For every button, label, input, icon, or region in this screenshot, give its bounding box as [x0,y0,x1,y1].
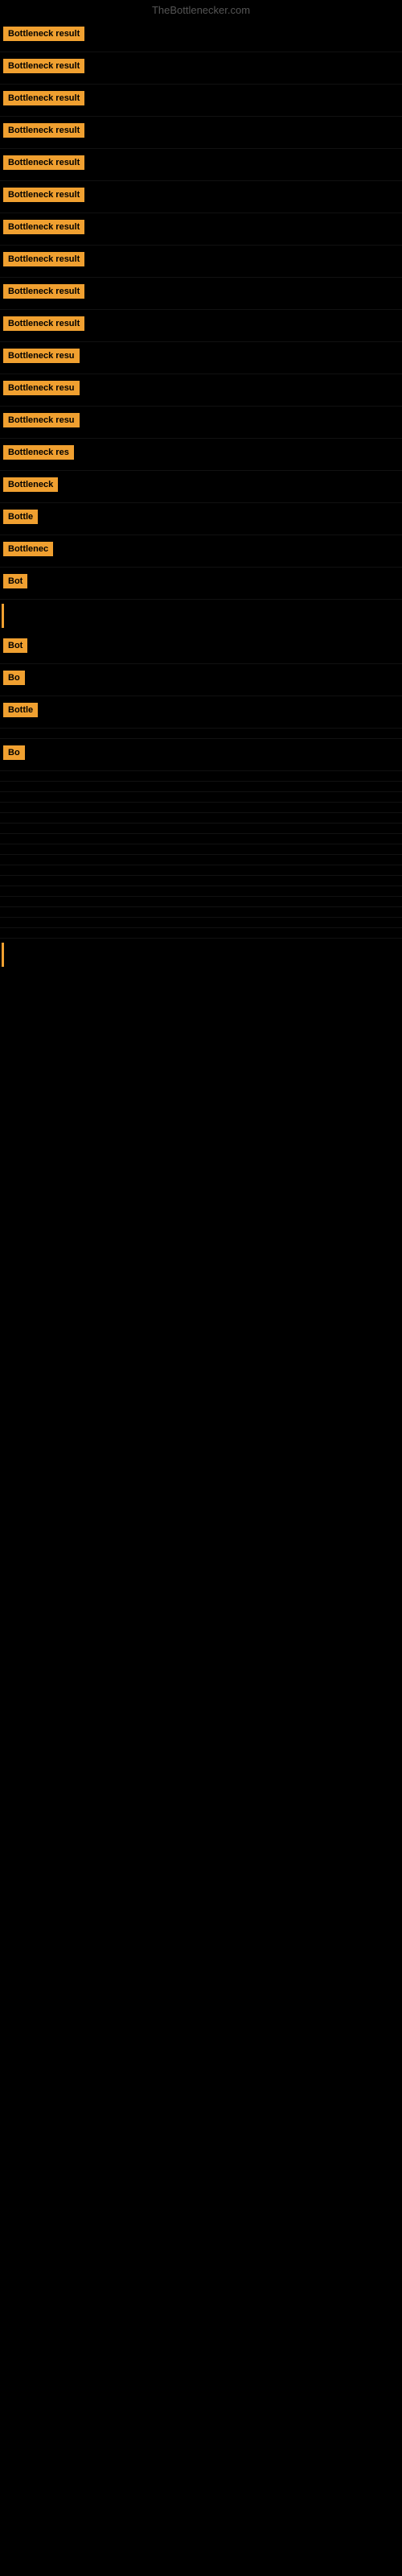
result-row [0,928,402,939]
bottleneck-badge: Bottleneck result [3,316,84,331]
bottleneck-badge: Bottleneck result [3,188,84,202]
result-row: Bottleneck result [0,20,402,52]
bottleneck-badge: Bottle [3,703,38,717]
bottleneck-badge: Bot [3,638,27,653]
result-row [0,865,402,876]
bottleneck-badge: Bottleneck resu [3,381,80,395]
result-row: Bottleneck result [0,149,402,181]
result-row [0,803,402,813]
result-row [0,729,402,739]
result-row [0,907,402,918]
result-row: Bottle [0,696,402,729]
result-row: Bottleneck result [0,52,402,85]
bottleneck-badge: Bottleneck result [3,27,84,41]
result-row: Bottleneck resu [0,407,402,439]
result-row [0,918,402,928]
result-row [0,886,402,897]
result-row [0,824,402,834]
bottleneck-badge: Bottleneck resu [3,413,80,427]
bottleneck-badge: Bot [3,574,27,588]
result-row: Bottlenec [0,535,402,568]
bottleneck-badge: Bo [3,745,25,760]
result-row: Bottleneck result [0,213,402,246]
bottleneck-badge: Bottleneck result [3,284,84,299]
result-row: Bottleneck resu [0,374,402,407]
result-row [0,834,402,844]
results-container: Bottleneck result Bottleneck result Bottle… [0,20,402,967]
result-row: Bottleneck result [0,117,402,149]
bottleneck-badge: Bottlenec [3,542,53,556]
result-row: Bottleneck result [0,278,402,310]
bottleneck-badge: Bottleneck result [3,252,84,266]
result-row [0,782,402,792]
result-row [0,897,402,907]
bottleneck-badge: Bottleneck resu [3,349,80,363]
result-row: Bo [0,664,402,696]
result-row [0,855,402,865]
result-row: Bottleneck [0,471,402,503]
result-row: Bot [0,568,402,600]
result-row: Bottleneck result [0,85,402,117]
bottleneck-badge: Bottleneck result [3,59,84,73]
result-row [0,792,402,803]
bottleneck-badge: Bottleneck [3,477,58,492]
vertical-bar [2,604,4,628]
site-title: TheBottlenecker.com [0,0,402,20]
vertical-bar [2,943,4,967]
result-row: Bottleneck result [0,246,402,278]
bottleneck-badge: Bottleneck result [3,123,84,138]
result-row [0,844,402,855]
result-row: Bottle [0,503,402,535]
result-row [0,813,402,824]
result-row [0,876,402,886]
bottleneck-badge: Bottleneck result [3,155,84,170]
bottleneck-badge: Bottleneck result [3,220,84,234]
bottleneck-badge: Bottleneck res [3,445,74,460]
result-row [0,771,402,782]
bottleneck-badge: Bottle [3,510,38,524]
result-row: Bottleneck result [0,181,402,213]
result-row: Bot [0,632,402,664]
result-row: Bottleneck result [0,310,402,342]
result-row: Bo [0,739,402,771]
result-row: Bottleneck res [0,439,402,471]
bottleneck-badge: Bottleneck result [3,91,84,105]
bottleneck-badge: Bo [3,671,25,685]
result-row: Bottleneck resu [0,342,402,374]
